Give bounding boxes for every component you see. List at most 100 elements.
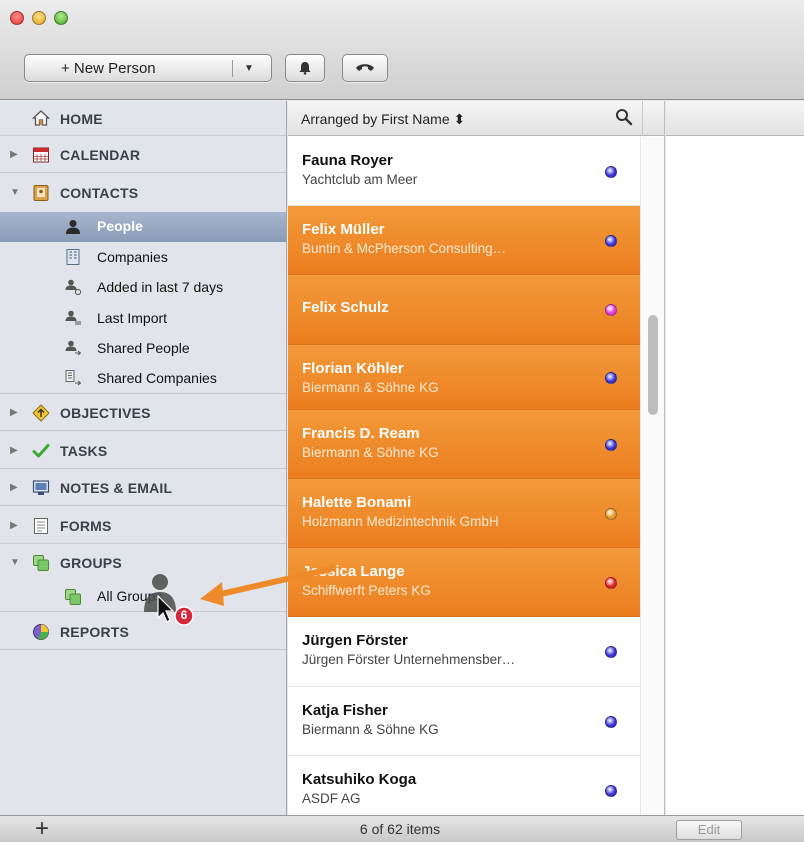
category-dot-icon — [605, 235, 617, 247]
disclosure-collapsed-icon[interactable]: ▶ — [10, 407, 18, 418]
contact-row[interactable]: Fauna Royer Yachtclub am Meer — [288, 137, 640, 206]
disclosure-expanded-icon[interactable]: ▼ — [10, 557, 20, 568]
scroll-thumb[interactable] — [648, 315, 658, 415]
drag-count: 6 — [180, 608, 188, 622]
contact-name: Florian Köhler — [302, 360, 404, 377]
contact-row[interactable]: Halette Bonami Holzmann Medizintechnik Gm… — [288, 479, 640, 548]
sidebar-item-notes-email[interactable]: ▶ NOTES & EMAIL — [0, 470, 286, 506]
contact-company: Yachtclub am Meer — [302, 172, 418, 187]
disclosure-collapsed-icon[interactable]: ▶ — [10, 520, 18, 531]
add-button[interactable]: + — [35, 817, 49, 841]
search-icon[interactable] — [615, 108, 633, 126]
contact-company: Holzmann Medizintechnik GmbH — [302, 514, 499, 529]
sort-selector[interactable]: Arranged by First Name ⬍ — [301, 111, 465, 128]
calendar-icon — [33, 147, 49, 163]
sidebar-item-contacts[interactable]: ▼ CONTACTS — [0, 174, 286, 211]
minimize-window-button[interactable] — [32, 11, 46, 25]
form-icon — [34, 518, 48, 534]
sidebar-item-label: Added in last 7 days — [97, 279, 224, 295]
contact-row[interactable]: Felix Müller Buntin & McPherson Consultin… — [288, 206, 640, 275]
sidebar-item-all-groups[interactable]: All Groups — [0, 582, 286, 612]
contact-name: Felix Schulz — [302, 299, 389, 316]
phone-icon — [356, 64, 374, 71]
list-header: Arranged by First Name ⬍ — [288, 101, 664, 136]
groups-icon — [65, 589, 81, 605]
detail-header — [666, 101, 804, 136]
sidebar-item-label: TASKS — [60, 443, 108, 459]
list-scrollbar[interactable] — [640, 137, 664, 815]
sidebar-item-label: CALENDAR — [60, 147, 141, 163]
sidebar-item-forms[interactable]: ▶ FORMS — [0, 507, 286, 544]
contact-row[interactable]: Jürgen Förster Jürgen Förster Unternehmen… — [288, 617, 640, 687]
sidebar-item-label: HOME — [60, 111, 103, 127]
disclosure-collapsed-icon[interactable]: ▶ — [10, 482, 18, 493]
sidebar-item-last-import[interactable]: Last Import — [0, 304, 286, 333]
new-person-label: + New Person — [61, 59, 156, 77]
zoom-window-button[interactable] — [54, 11, 68, 25]
sidebar-item-label: All Groups — [97, 588, 163, 604]
sidebar-item-label: GROUPS — [60, 555, 122, 571]
sidebar-item-added-last-7-days[interactable]: Added in last 7 days — [0, 273, 286, 303]
contact-company: ASDF AG — [302, 791, 361, 806]
sidebar-item-tasks[interactable]: ▶ TASKS — [0, 432, 286, 469]
disclosure-expanded-icon[interactable]: ▼ — [10, 187, 20, 198]
home-icon — [32, 110, 50, 126]
person-shared-icon — [65, 340, 82, 356]
sidebar-item-label: Last Import — [97, 310, 168, 326]
contact-company: Jürgen Förster Unternehmensber… — [302, 652, 516, 667]
contact-company: Schiffwerft Peters KG — [302, 583, 431, 598]
category-dot-icon — [605, 304, 617, 316]
sidebar-item-home[interactable]: HOME — [0, 101, 286, 136]
reminder-button[interactable] — [285, 54, 325, 82]
contact-name: Jessica Lange — [302, 563, 405, 580]
pie-chart-icon — [33, 624, 49, 640]
contact-row[interactable]: Florian Köhler Biermann & Söhne KG — [288, 345, 640, 410]
notes-icon — [32, 480, 50, 495]
new-person-menu-icon[interactable]: ▼ — [244, 63, 254, 74]
contact-row[interactable]: Katsuhiko Koga ASDF AG — [288, 756, 640, 815]
window-toolbar: + New Person ▼ — [0, 0, 804, 100]
sidebar-item-objectives[interactable]: ▶ OBJECTIVES — [0, 395, 286, 431]
contact-name: Fauna Royer — [302, 152, 393, 169]
item-count: 6 of 62 items — [359, 821, 441, 837]
call-button[interactable] — [342, 54, 388, 82]
sidebar-item-label: People — [97, 218, 143, 234]
contact-company: Buntin & McPherson Consulting… — [302, 241, 507, 256]
person-icon — [66, 220, 80, 234]
contact-name: Felix Müller — [302, 221, 385, 238]
sidebar-item-shared-people[interactable]: Shared People — [0, 334, 286, 363]
sidebar-item-label: Companies — [97, 249, 168, 265]
sidebar-item-calendar[interactable]: ▶ CALENDAR — [0, 137, 286, 173]
disclosure-collapsed-icon[interactable]: ▶ — [10, 149, 18, 160]
category-dot-icon — [605, 508, 617, 520]
new-person-button[interactable]: + New Person ▼ — [24, 54, 272, 82]
category-dot-icon — [605, 785, 617, 797]
sidebar-item-label: REPORTS — [60, 624, 130, 640]
person-import-icon — [65, 310, 81, 325]
sidebar-item-companies[interactable]: Companies — [0, 243, 286, 272]
address-book-icon — [33, 185, 49, 201]
sidebar-item-people[interactable]: People — [0, 212, 286, 242]
sidebar: HOME ▶ CALENDAR ▼ CONTACTS People Compan… — [0, 101, 287, 815]
contact-row[interactable]: Felix Schulz — [288, 275, 640, 345]
contact-row[interactable]: Francis D. Ream Biermann & Söhne KG — [288, 410, 640, 479]
sidebar-item-label: Shared People — [97, 340, 190, 356]
sidebar-item-label: CONTACTS — [60, 185, 139, 201]
company-icon — [66, 249, 80, 265]
contact-company: Biermann & Söhne KG — [302, 445, 439, 460]
button-divider — [232, 60, 233, 77]
contact-company: Biermann & Söhne KG — [302, 722, 439, 737]
sidebar-item-label: NOTES & EMAIL — [60, 480, 173, 496]
objectives-icon — [32, 404, 50, 422]
category-dot-icon — [605, 372, 617, 384]
sidebar-item-shared-companies[interactable]: Shared Companies — [0, 364, 286, 394]
disclosure-collapsed-icon[interactable]: ▶ — [10, 445, 18, 456]
close-window-button[interactable] — [10, 11, 24, 25]
person-recent-icon — [65, 279, 82, 296]
contact-row[interactable]: Jessica Lange Schiffwerft Peters KG — [288, 548, 640, 617]
sidebar-item-reports[interactable]: REPORTS — [0, 613, 286, 650]
sidebar-item-label: FORMS — [60, 518, 112, 534]
sidebar-item-groups[interactable]: ▼ GROUPS — [0, 545, 286, 581]
edit-button[interactable]: Edit — [676, 820, 742, 840]
contact-row[interactable]: Katja Fisher Biermann & Söhne KG — [288, 687, 640, 756]
